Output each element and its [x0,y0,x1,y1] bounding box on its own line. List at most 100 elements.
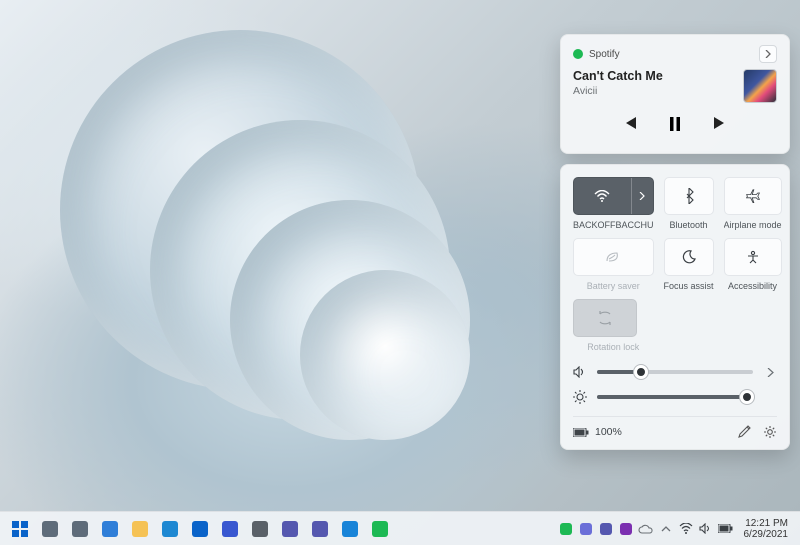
meet-now-icon [580,523,592,535]
tray-onenote[interactable] [616,515,636,543]
media-controls-panel: Spotify Can't Catch Me Avicii [560,34,790,154]
tray-volume-tray[interactable] [696,515,716,543]
tray-meet-now[interactable] [576,515,596,543]
battery-status[interactable]: 100% [573,426,622,438]
chevron-right-icon [767,368,774,377]
battery-saver-toggle-button [573,238,654,276]
tray-wifi-tray[interactable] [676,515,696,543]
skip-back-icon [623,117,637,129]
taskbar-clock[interactable]: 12:21 PM 6/29/2021 [738,518,795,540]
taskbar-app-settings[interactable] [246,515,274,543]
todo-icon [222,521,238,537]
your-phone-icon [342,521,358,537]
tray-battery-tray[interactable] [716,515,736,543]
wifi-toggle-button[interactable] [574,178,631,214]
teams-chat-icon [312,521,328,537]
focus-label: Focus assist [664,281,714,291]
taskbar-app-widgets[interactable] [96,515,124,543]
quick-tile-rotation: Rotation lock [573,299,654,352]
pause-icon [669,117,681,131]
accessibility-label: Accessibility [724,281,782,291]
teams-tray-icon [600,523,612,535]
cloud-icon [638,524,653,534]
quick-tile-battery-saver: Battery saver [573,238,654,291]
taskbar-app-todo[interactable] [216,515,244,543]
airplane-icon [745,189,761,203]
wifi-label: BACKOFFBACCHU [573,220,654,230]
volume-output-button[interactable] [763,368,777,377]
play-pause-button[interactable] [669,117,681,131]
tray-spotify-tray[interactable] [556,515,576,543]
accessibility-toggle-button[interactable] [724,238,782,276]
quick-tile-focus: Focus assist [664,238,714,291]
file-explorer-icon [132,521,148,537]
brightness-icon [573,390,587,404]
taskbar-app-edge[interactable] [156,515,184,543]
spotify-tray-icon [560,523,572,535]
brightness-slider[interactable] [597,395,753,399]
widgets-icon [102,521,118,537]
media-source-app: Spotify [573,49,620,60]
edit-quick-settings-button[interactable] [738,425,751,439]
taskbar-app-search[interactable] [36,515,64,543]
taskbar-app-teams2[interactable] [306,515,334,543]
media-next-session-button[interactable] [759,45,777,63]
battery-percent: 100% [595,426,622,438]
spotify-icon [372,521,388,537]
onenote-tray-icon [620,523,632,535]
mail-icon [192,521,208,537]
rotation-label: Rotation lock [573,342,654,352]
media-app-name: Spotify [589,49,620,60]
accessibility-icon [746,250,760,264]
taskbar-app-taskview[interactable] [66,515,94,543]
taskbar-app-mail[interactable] [186,515,214,543]
settings-icon [252,521,268,537]
start-button[interactable] [6,515,34,543]
battery-saver-label: Battery saver [573,281,654,291]
tray-onedrive[interactable] [636,515,656,543]
spotify-icon [573,49,583,59]
airplane-toggle-button[interactable] [724,177,782,215]
taskbar-app-explorer[interactable] [126,515,154,543]
quick-settings-panel: BACKOFFBACCHU Bluetooth Airplane mode Ba… [560,164,790,450]
wifi-expand-button[interactable] [631,178,653,214]
rotation-icon [597,311,613,325]
bluetooth-label: Bluetooth [664,220,714,230]
taskbar-date: 6/29/2021 [744,529,789,540]
chevron-right-icon [639,192,645,200]
volume-icon [699,523,712,534]
tray-chevron[interactable] [656,515,676,543]
quick-tile-wifi: BACKOFFBACCHU [573,177,654,230]
rotation-lock-toggle-button [573,299,637,337]
skip-forward-icon [713,117,727,129]
next-track-button[interactable] [713,117,727,131]
focus-assist-toggle-button[interactable] [664,238,714,276]
teams-icon [282,521,298,537]
task-view-icon [72,521,88,537]
edge-icon [162,521,178,537]
moon-icon [682,250,696,264]
bluetooth-toggle-button[interactable] [664,177,714,215]
battery-icon [718,524,734,533]
album-art[interactable] [743,69,777,103]
quick-tile-accessibility: Accessibility [724,238,782,291]
airplane-label: Airplane mode [724,220,782,230]
open-settings-button[interactable] [763,425,777,439]
taskbar-app-teams1[interactable] [276,515,304,543]
volume-slider[interactable] [597,370,753,374]
volume-icon [573,366,587,378]
pencil-icon [738,425,751,438]
battery-icon [573,428,589,437]
track-artist: Avicii [573,85,663,97]
quick-tile-airplane: Airplane mode [724,177,782,230]
search-icon [42,521,58,537]
taskbar-time: 12:21 PM [744,518,789,529]
previous-track-button[interactable] [623,117,637,131]
taskbar-app-phone[interactable] [336,515,364,543]
leaf-icon [605,251,621,263]
taskbar-app-spotify[interactable] [366,515,394,543]
chevron-right-icon [764,50,772,58]
track-title: Can't Catch Me [573,69,663,83]
bluetooth-icon [684,188,694,204]
tray-teams-tray[interactable] [596,515,616,543]
